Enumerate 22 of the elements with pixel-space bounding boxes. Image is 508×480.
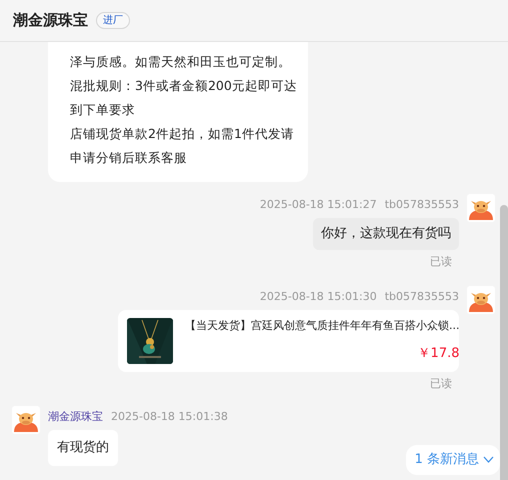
user-name: tb057835553: [384, 197, 459, 213]
cow-avatar-icon: [467, 194, 495, 222]
new-messages-button[interactable]: 1 条新消息: [406, 445, 500, 474]
message-bubble: 有现货的: [48, 430, 118, 466]
message-time: 2025-08-18 15:01:30: [260, 289, 377, 305]
message-text: 混批规则：3件或者金额200元起即可达到下单要求: [70, 77, 298, 119]
shop-title: 潮金源珠宝: [13, 10, 88, 32]
cow-avatar-icon: [12, 406, 40, 434]
product-title: 【当天发货】宫廷风创意气质挂件年年有鱼百搭小众锁...: [185, 318, 460, 334]
message-time: 2025-08-18 15:01:38: [111, 409, 228, 425]
shop-tag: 进厂: [96, 12, 130, 29]
message-text: 店铺现货单款2件起拍，如需1件代发请申请分销后联系客服: [70, 125, 295, 167]
cow-avatar-icon: [467, 286, 495, 314]
user-name: tb057835553: [384, 289, 459, 305]
chevron-down-icon: [483, 456, 494, 464]
sender-name: 潮金源珠宝: [48, 409, 103, 425]
product-price: ￥17.8: [416, 345, 460, 363]
read-status: 已读: [430, 254, 452, 270]
read-status: 已读: [430, 376, 452, 392]
message-text: 泽与质感。如需天然和田玉也可定制。: [70, 53, 292, 71]
message-time: 2025-08-18 15:01:27: [260, 197, 377, 213]
message-bubble: 你好，这款现在有货吗: [313, 218, 459, 250]
